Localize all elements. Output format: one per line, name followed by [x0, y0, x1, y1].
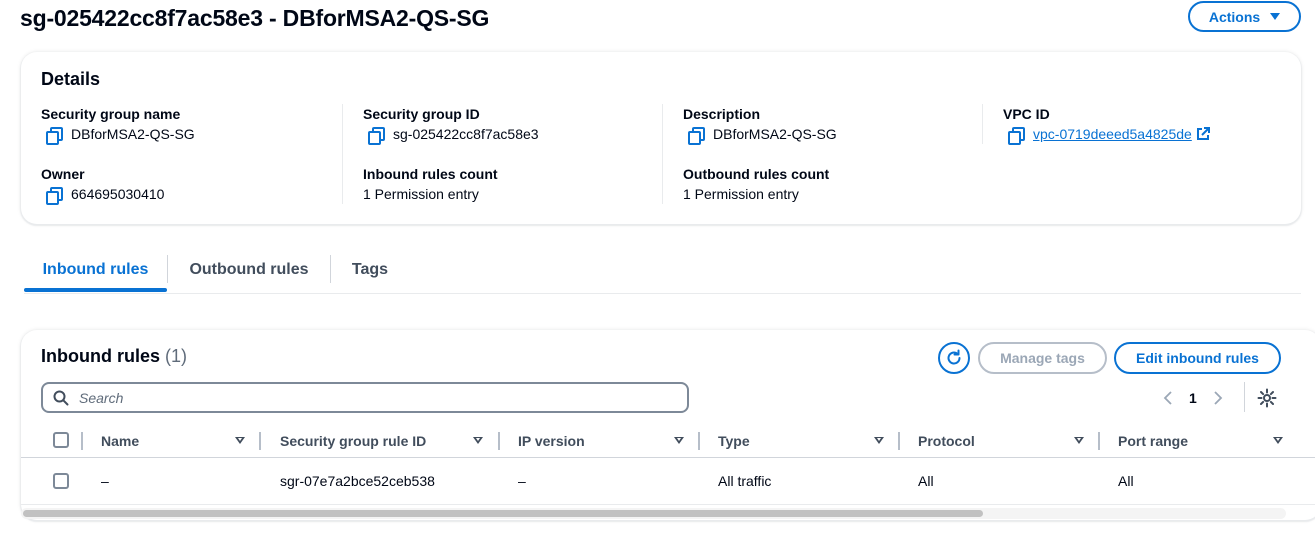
cell-type: All traffic [718, 473, 772, 489]
security-group-id-value: sg-025422cc8f7ac58e3 [393, 126, 539, 142]
sort-caret-down-icon[interactable] [473, 437, 483, 444]
table-row[interactable]: – sgr-07e7a2bce52ceb538 – All traffic Al… [21, 459, 1315, 505]
settings-icon[interactable] [1257, 388, 1277, 408]
column-divider[interactable] [498, 432, 500, 450]
outbound-rules-count-label: Outbound rules count [683, 166, 830, 182]
row-checkbox[interactable] [53, 473, 69, 489]
inbound-rules-count-label: Inbound rules count [363, 166, 498, 182]
sort-caret-down-icon[interactable] [1273, 437, 1283, 444]
owner-field: Owner 664695030410 [41, 164, 341, 205]
refresh-icon [947, 349, 961, 365]
inbound-rules-count: (1) [165, 346, 188, 366]
tab-outbound-rules[interactable]: Outbound rules [168, 250, 330, 290]
security-group-name-label: Security group name [41, 106, 181, 122]
description-field: Description DBforMSA2-QS-SG [683, 104, 983, 145]
cell-rule-id[interactable]: sgr-07e7a2bce52ceb538 [280, 459, 435, 503]
cell-port-range: All [1118, 473, 1134, 489]
inbound-rules-count-field: Inbound rules count 1 Permission entry [363, 164, 663, 204]
cell-ip-version: – [518, 473, 526, 489]
security-group-name-value-row: DBforMSA2-QS-SG [41, 124, 341, 145]
cell-protocol: All [918, 473, 934, 489]
column-header-ip-version[interactable]: IP version [518, 426, 585, 456]
copy-icon[interactable] [687, 126, 705, 145]
owner-value-row: 664695030410 [41, 184, 341, 205]
tab-tags[interactable]: Tags [331, 250, 409, 290]
security-group-id-label: Security group ID [363, 106, 480, 122]
search-input[interactable] [77, 388, 687, 407]
vpc-id-field: VPC ID vpc-0719deeed5a4825de [1003, 104, 1303, 145]
inbound-rules-panel: Inbound rules (1) Manage tags Edit inbou… [21, 330, 1315, 520]
sort-caret-down-icon[interactable] [874, 437, 884, 444]
vpc-id-link[interactable]: vpc-0719deeed5a4825de [1033, 124, 1192, 144]
chevron-right-icon[interactable] [1211, 386, 1225, 410]
refresh-button[interactable] [938, 342, 970, 374]
chevron-left-icon[interactable] [1161, 386, 1175, 410]
horizontal-scrollbar[interactable] [21, 508, 1286, 519]
security-group-name-field: Security group name DBforMSA2-QS-SG [41, 104, 341, 145]
search-icon [53, 390, 69, 405]
inbound-rules-title: Inbound rules [41, 346, 160, 366]
active-tab-indicator [24, 288, 167, 292]
column-header-type[interactable]: Type [718, 426, 750, 456]
search-field[interactable] [41, 382, 689, 413]
copy-icon[interactable] [367, 126, 385, 145]
table-header: Name Security group rule ID IP version T… [21, 426, 1315, 458]
column-divider [342, 104, 343, 204]
column-header-port-range[interactable]: Port range [1118, 426, 1188, 456]
actions-label: Actions [1208, 8, 1261, 25]
description-value: DBforMSA2-QS-SG [713, 126, 837, 142]
external-link-icon[interactable] [1196, 127, 1210, 141]
column-divider[interactable] [259, 432, 261, 450]
copy-icon[interactable] [45, 186, 63, 205]
column-divider[interactable] [698, 432, 700, 450]
tab-inbound-rules[interactable]: Inbound rules [24, 250, 167, 290]
security-group-id-value-row: sg-025422cc8f7ac58e3 [363, 124, 663, 145]
security-group-name-value: DBforMSA2-QS-SG [71, 126, 195, 142]
pagination: 1 [1161, 386, 1225, 410]
outbound-rules-count-value: 1 Permission entry [683, 186, 799, 202]
sort-caret-down-icon[interactable] [235, 437, 245, 444]
inbound-rules-heading: Inbound rules (1) [41, 346, 187, 367]
tabs-bar: Inbound rules Outbound rules Tags [24, 250, 1301, 294]
description-value-row: DBforMSA2-QS-SG [683, 124, 983, 145]
edit-inbound-rules-button[interactable]: Edit inbound rules [1114, 342, 1281, 374]
column-header-name[interactable]: Name [101, 426, 139, 456]
page-number[interactable]: 1 [1189, 390, 1197, 406]
pager-divider [1244, 382, 1245, 412]
scrollbar-thumb[interactable] [23, 510, 983, 517]
vpc-id-label: VPC ID [1003, 106, 1050, 122]
sort-caret-down-icon[interactable] [1074, 437, 1084, 444]
copy-icon[interactable] [1007, 126, 1025, 145]
column-divider [81, 432, 83, 450]
security-group-id-field: Security group ID sg-025422cc8f7ac58e3 [363, 104, 663, 145]
owner-value: 664695030410 [71, 186, 165, 202]
copy-icon[interactable] [45, 126, 63, 145]
description-label: Description [683, 106, 761, 122]
sort-caret-down-icon[interactable] [674, 437, 684, 444]
vpc-id-value-row: vpc-0719deeed5a4825de [1003, 124, 1303, 145]
column-divider[interactable] [898, 432, 900, 450]
page-title: sg-025422cc8f7ac58e3 - DBforMSA2-QS-SG [20, 5, 490, 31]
caret-down-icon [1270, 13, 1281, 20]
column-divider[interactable] [1098, 432, 1100, 450]
details-heading: Details [41, 69, 101, 89]
cell-name: – [101, 473, 109, 489]
outbound-rules-count-field: Outbound rules count 1 Permission entry [683, 164, 983, 204]
manage-tags-button[interactable]: Manage tags [978, 342, 1107, 374]
details-panel: Details Security group name DBforMSA2-QS… [21, 52, 1301, 224]
owner-label: Owner [41, 166, 85, 182]
column-header-protocol[interactable]: Protocol [918, 426, 975, 456]
actions-button[interactable]: Actions [1188, 1, 1301, 32]
select-all-checkbox[interactable] [53, 432, 69, 448]
column-header-rule-id[interactable]: Security group rule ID [280, 426, 426, 456]
inbound-rules-count-value: 1 Permission entry [363, 186, 479, 202]
